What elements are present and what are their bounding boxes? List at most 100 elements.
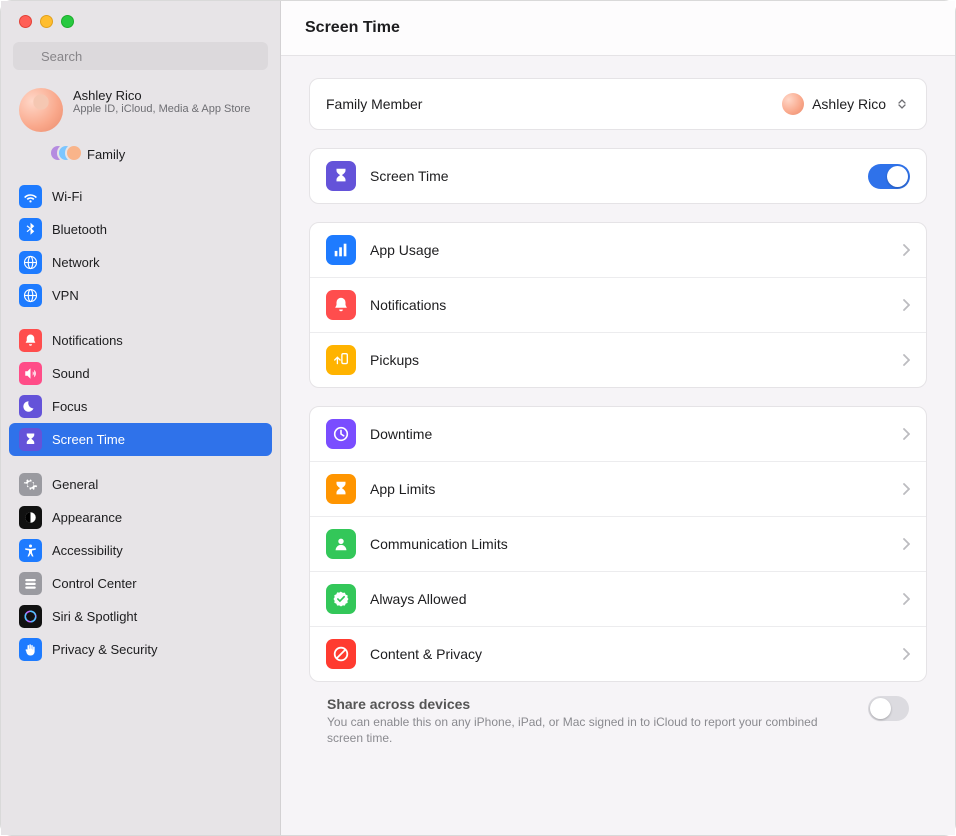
chevron-right-icon: [902, 593, 910, 605]
bell-icon: [19, 329, 42, 352]
chevron-right-icon: [902, 299, 910, 311]
settings-row-label: App Limits: [370, 481, 888, 497]
settings-row-label: Downtime: [370, 426, 888, 442]
search-input[interactable]: [13, 42, 268, 70]
settings-row-label: Content & Privacy: [370, 646, 888, 662]
family-member-popup[interactable]: Ashley Rico: [782, 93, 910, 115]
sidebar-item-control-center[interactable]: Control Center: [9, 567, 272, 600]
family-icon: [49, 144, 77, 164]
sidebar-item-screen-time[interactable]: Screen Time: [9, 423, 272, 456]
settings-row-label: Communication Limits: [370, 536, 888, 552]
settings-row-downtime[interactable]: Downtime: [310, 407, 926, 461]
settings-row-communication-limits[interactable]: Communication Limits: [310, 516, 926, 571]
sidebar-item-vpn[interactable]: VPN: [9, 279, 272, 312]
network-icon: [19, 251, 42, 274]
clock-icon: [326, 419, 356, 449]
sidebar-item-label: Accessibility: [52, 543, 123, 558]
hourglass-icon: [19, 428, 42, 451]
settings-row-notifications[interactable]: Notifications: [310, 277, 926, 332]
screen-time-toggle[interactable]: [868, 164, 910, 189]
chevron-right-icon: [902, 428, 910, 440]
bluetooth-icon: [19, 218, 42, 241]
sidebar-item-accessibility[interactable]: Accessibility: [9, 534, 272, 567]
screen-time-toggle-row: Screen Time: [310, 149, 926, 203]
settings-row-app-usage[interactable]: App Usage: [310, 223, 926, 277]
sidebar-item-bluetooth[interactable]: Bluetooth: [9, 213, 272, 246]
zoom-window-button[interactable]: [61, 15, 74, 28]
bell-icon: [326, 290, 356, 320]
person-icon: [326, 529, 356, 559]
hand-icon: [19, 638, 42, 661]
main-panel: Screen Time Family Member Ashley Rico: [281, 1, 955, 835]
sidebar-item-label: Focus: [52, 399, 87, 414]
sidebar-item-sound[interactable]: Sound: [9, 357, 272, 390]
settings-row-label: App Usage: [370, 242, 888, 258]
family-member-row[interactable]: Family Member Ashley Rico: [310, 79, 926, 129]
share-title: Share across devices: [327, 696, 836, 712]
sound-icon: [19, 362, 42, 385]
sidebar-item-label: Screen Time: [52, 432, 125, 447]
sidebar-item-appearance[interactable]: Appearance: [9, 501, 272, 534]
sidebar-item-siri-spotlight[interactable]: Siri & Spotlight: [9, 600, 272, 633]
avatar: [782, 93, 804, 115]
pickups-icon: [326, 345, 356, 375]
account-name: Ashley Rico: [73, 88, 250, 103]
traffic-lights: [1, 1, 280, 38]
chart-icon: [326, 235, 356, 265]
gear-icon: [19, 473, 42, 496]
chevron-right-icon: [902, 244, 910, 256]
user-avatar: [19, 88, 63, 132]
chevron-right-icon: [902, 483, 910, 495]
hourglass-icon: [326, 161, 356, 191]
siri-icon: [19, 605, 42, 628]
settings-row-always-allowed[interactable]: Always Allowed: [310, 571, 926, 626]
share-across-devices-row: Share across devices You can enable this…: [309, 682, 927, 752]
share-description: You can enable this on any iPhone, iPad,…: [327, 714, 836, 746]
sidebar-item-label: Family: [87, 147, 125, 162]
screen-time-label: Screen Time: [370, 168, 854, 184]
sidebar-item-notifications[interactable]: Notifications: [9, 324, 272, 357]
appearance-icon: [19, 506, 42, 529]
sidebar-item-focus[interactable]: Focus: [9, 390, 272, 423]
sidebar-item-label: Network: [52, 255, 100, 270]
chevron-right-icon: [902, 538, 910, 550]
titlebar: Screen Time: [281, 1, 955, 56]
sidebar-item-label: Siri & Spotlight: [52, 609, 137, 624]
family-member-value: Ashley Rico: [812, 96, 886, 112]
sidebar-item-label: Appearance: [52, 510, 122, 525]
settings-row-content-privacy[interactable]: Content & Privacy: [310, 626, 926, 681]
content-scroll[interactable]: Family Member Ashley Rico: [281, 56, 955, 835]
minimize-window-button[interactable]: [40, 15, 53, 28]
nosign-icon: [326, 639, 356, 669]
sidebar-item-label: General: [52, 477, 98, 492]
check-icon: [326, 584, 356, 614]
settings-row-pickups[interactable]: Pickups: [310, 332, 926, 387]
settings-row-label: Notifications: [370, 297, 888, 313]
sidebar-item-general[interactable]: General: [9, 468, 272, 501]
sidebar-item-family[interactable]: Family: [1, 140, 280, 174]
sidebar-item-privacy-security[interactable]: Privacy & Security: [9, 633, 272, 666]
wifi-icon: [19, 185, 42, 208]
popup-arrows-icon: [894, 96, 910, 112]
sidebar-item-network[interactable]: Network: [9, 246, 272, 279]
hourglass-icon: [326, 474, 356, 504]
sidebar-item-wi-fi[interactable]: Wi-Fi: [9, 180, 272, 213]
sidebar-item-label: Bluetooth: [52, 222, 107, 237]
sidebar-item-label: Sound: [52, 366, 90, 381]
sidebar-item-label: Control Center: [52, 576, 137, 591]
sidebar-item-label: VPN: [52, 288, 79, 303]
sidebar-item-label: Wi-Fi: [52, 189, 82, 204]
sliders-icon: [19, 572, 42, 595]
chevron-right-icon: [902, 354, 910, 366]
sidebar: Ashley Rico Apple ID, iCloud, Media & Ap…: [1, 1, 281, 835]
sidebar-item-label: Notifications: [52, 333, 123, 348]
settings-row-app-limits[interactable]: App Limits: [310, 461, 926, 516]
close-window-button[interactable]: [19, 15, 32, 28]
share-across-devices-toggle[interactable]: [868, 696, 909, 721]
sidebar-item-label: Privacy & Security: [52, 642, 157, 657]
chevron-right-icon: [902, 648, 910, 660]
moon-icon: [19, 395, 42, 418]
apple-id-account[interactable]: Ashley Rico Apple ID, iCloud, Media & Ap…: [1, 82, 280, 140]
family-member-label: Family Member: [326, 96, 768, 112]
vpn-icon: [19, 284, 42, 307]
